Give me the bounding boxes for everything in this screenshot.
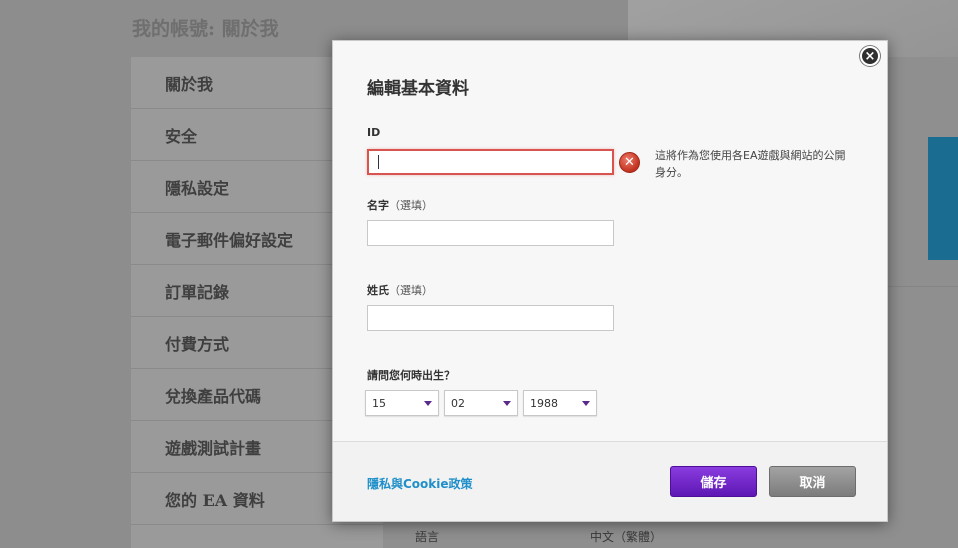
dob-year-value: 1988 bbox=[530, 396, 558, 410]
last-name-optional: （選填） bbox=[389, 284, 433, 297]
error-icon: ✕ bbox=[619, 152, 640, 173]
page-title: 我的帳號: 關於我 bbox=[132, 18, 279, 40]
first-name-optional: （選填） bbox=[389, 199, 433, 212]
id-help-text: 這將作為您使用各EA遊戲與網站的公開身分。 bbox=[655, 149, 846, 179]
first-name-label: 名字（選填） bbox=[367, 197, 433, 213]
id-label: ID bbox=[367, 126, 381, 139]
last-name-input[interactable] bbox=[367, 305, 614, 331]
first-name-label-text: 名字 bbox=[367, 199, 389, 212]
text-cursor bbox=[378, 155, 379, 169]
privacy-cookie-policy-link[interactable]: 隱私與Cookie政策 bbox=[367, 475, 473, 492]
dob-month-value: 02 bbox=[451, 396, 465, 410]
first-name-input[interactable] bbox=[367, 220, 614, 246]
last-name-label: 姓氏（選填） bbox=[367, 282, 433, 298]
dialog-title: 編輯基本資料 bbox=[367, 79, 469, 99]
chevron-down-icon bbox=[424, 401, 432, 406]
language-label: 語言 bbox=[415, 530, 440, 544]
last-name-label-text: 姓氏 bbox=[367, 284, 389, 297]
chevron-down-icon bbox=[503, 401, 511, 406]
edit-profile-dialog: 編輯基本資料 ID ✕ 這將作為您使用各EA遊戲與網站的公開身分。 名字（選填）… bbox=[332, 40, 888, 522]
close-icon[interactable]: × bbox=[860, 46, 880, 66]
id-input[interactable] bbox=[367, 149, 614, 175]
language-value: 中文（繁體） bbox=[590, 530, 663, 544]
dob-label: 請問您何時出生？ bbox=[367, 369, 455, 382]
chevron-down-icon bbox=[582, 401, 590, 406]
save-button[interactable]: 儲存 bbox=[670, 466, 757, 497]
dob-month-select[interactable]: 02 bbox=[444, 390, 518, 416]
dob-year-select[interactable]: 1988 bbox=[523, 390, 597, 416]
dob-day-value: 15 bbox=[372, 396, 386, 410]
blue-panel bbox=[928, 137, 958, 260]
cancel-button[interactable]: 取消 bbox=[769, 466, 856, 497]
dob-day-select[interactable]: 15 bbox=[365, 390, 439, 416]
